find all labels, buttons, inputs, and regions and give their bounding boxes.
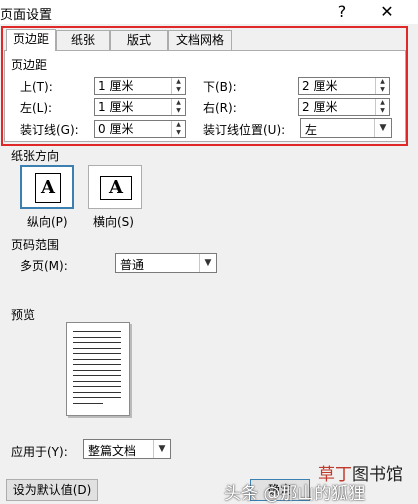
preview-text-line	[73, 391, 121, 393]
preview-text-line	[73, 402, 103, 404]
preview-text-line	[73, 397, 121, 398]
portrait-option[interactable]: A	[20, 165, 74, 209]
preview-text-line	[73, 342, 121, 343]
apply-to-value: 整篇文档	[88, 444, 137, 458]
preview-text-line	[73, 331, 121, 332]
chevron-down-icon: ▼	[153, 440, 170, 458]
preview-text-line	[73, 364, 121, 365]
preview-text-line	[73, 386, 121, 387]
apply-to-label: 应用于(Y):	[11, 445, 68, 459]
chevron-down-icon: ▼	[199, 254, 216, 272]
multiple-pages-select[interactable]: 普通 ▼	[115, 253, 217, 273]
highlight-frame	[1, 26, 408, 146]
landscape-option[interactable]: A	[88, 165, 142, 209]
preview-text-line	[73, 336, 121, 338]
page-preview	[66, 322, 130, 416]
preview-text-line	[73, 353, 121, 354]
tab-margins[interactable]: 页边距	[6, 29, 56, 51]
preview-text-line	[73, 369, 121, 371]
close-icon: ✕	[380, 2, 394, 21]
multiple-pages-value: 普通	[120, 258, 145, 272]
apply-to-select[interactable]: 整篇文档 ▼	[83, 439, 171, 459]
pages-section-title: 页码范围	[11, 238, 60, 252]
preview-text-line	[73, 380, 121, 382]
preview-section-title: 预览	[11, 308, 36, 322]
preview-text-line	[73, 375, 121, 376]
portrait-page-icon: A	[35, 173, 61, 203]
multiple-pages-label: 多页(M):	[20, 259, 68, 273]
portrait-label[interactable]: 纵向(P)	[27, 213, 68, 230]
preview-text-line	[73, 358, 121, 360]
close-button[interactable]: ✕	[377, 2, 397, 22]
landscape-label[interactable]: 横向(S)	[93, 213, 134, 230]
set-default-button[interactable]: 设为默认值(D)	[6, 479, 98, 501]
landscape-page-icon: A	[100, 176, 132, 200]
title-bar	[0, 0, 418, 24]
watermark-caption: 头条 @那山的狐狸	[224, 484, 366, 504]
window-title: 页面设置	[0, 8, 53, 23]
orientation-section-title: 纸张方向	[11, 149, 60, 163]
preview-text-line	[73, 347, 121, 349]
help-button[interactable]: ?	[332, 2, 352, 22]
